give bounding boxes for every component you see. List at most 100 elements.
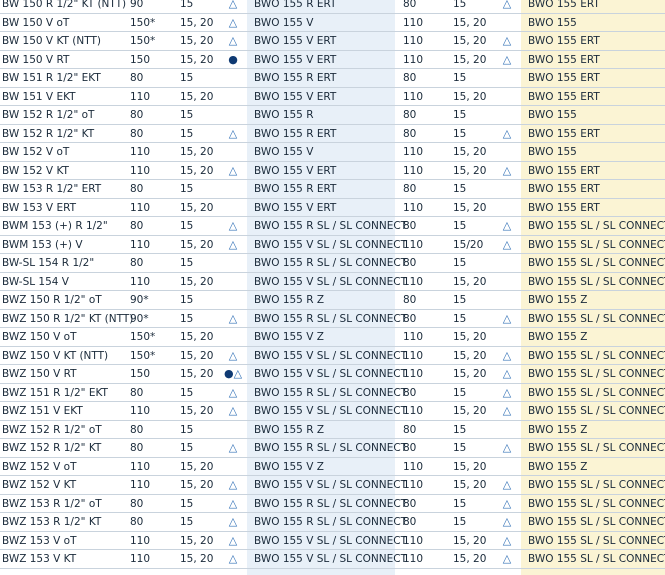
replacement-model-cell: BWO 155 R SL / SL CONNECT: [254, 516, 408, 528]
table-row: BW 153 R 1/2" ERT 80 15 BWO 155 R ERT 80…: [0, 180, 665, 199]
old-model-cell: BW 150 V RT: [2, 53, 70, 66]
old-marker-cell: △: [223, 384, 243, 403]
old-size-cell: 15, 20: [180, 534, 214, 547]
replacement-model-cell: BWO 155 V: [254, 16, 314, 29]
replacement-size-cell: 15, 20: [453, 146, 487, 158]
old-value-cell: 80: [130, 423, 144, 436]
replacement-model-cell: BWO 155 V ERT: [254, 164, 337, 177]
replacement-value-cell: 110: [403, 553, 424, 565]
replacement-marker-cell: △: [497, 236, 517, 255]
replacement-size-cell: 15, 20: [453, 53, 487, 66]
old-size-cell: 15, 20: [180, 275, 214, 288]
triangle-icon: △: [228, 515, 238, 528]
replacement-value-cell: 80: [403, 386, 417, 399]
replacement-model-cell: BWO 155 R SL / SL CONNECT: [254, 442, 408, 454]
replacement-model-2-cell: BWO 155 SL / SL CONNECT: [528, 405, 665, 417]
replacement-model-cell: BWO 155 V Z: [254, 331, 324, 343]
replacement-model-cell: BWO 155 V ERT: [254, 35, 337, 47]
replacement-marker-cell: △: [497, 550, 517, 569]
table-row: BWZ 150 R 1/2" KT (NTT) 90* 15 △ BWO 155…: [0, 310, 665, 328]
replacement-marker-cell: △: [497, 217, 517, 236]
replacement-model-2-cell: BWO 155 ERT: [528, 35, 600, 47]
replacement-model-cell: BWO 155 R ERT: [254, 72, 337, 84]
replacement-marker-cell: △: [497, 439, 517, 458]
triangle-icon: △: [502, 552, 512, 565]
old-value-cell: 80: [130, 127, 144, 140]
replacement-model-cell: BWO 155 R Z: [254, 423, 325, 436]
old-size-cell: 15: [180, 516, 194, 528]
old-size-cell: 15, 20: [180, 331, 214, 343]
replacement-model-2-cell: BWO 155 SL / SL CONNECT: [528, 479, 665, 491]
table-row: BWZ 153 R 1/2" KT 80 15 △ BWO 155 R SL /…: [0, 513, 665, 532]
replacement-value-cell: 80: [403, 294, 417, 306]
replacement-value-cell: 80: [403, 257, 417, 269]
replacement-model-cell: BWO 155 V SL / SL CONNECT: [254, 238, 407, 251]
replacement-value-cell: 80: [403, 127, 417, 140]
old-size-cell: 15, 20: [180, 90, 214, 103]
replacement-value-cell: 110: [403, 164, 424, 177]
replacement-model-cell: BWO 155 V SL / SL CONNECT: [254, 275, 407, 288]
old-value-cell: 110: [130, 479, 151, 491]
triangle-icon: △: [502, 126, 512, 140]
old-size-cell: 15, 20: [180, 16, 214, 29]
triangle-icon: △: [502, 478, 512, 491]
triangle-icon: △: [228, 126, 238, 140]
triangle-icon: △: [233, 367, 243, 380]
old-marker-cell: △: [223, 125, 243, 144]
replacement-size-cell: 15, 20: [453, 534, 487, 547]
old-size-cell: 15: [180, 294, 194, 306]
old-marker-cell: ●△: [223, 365, 243, 384]
old-model-cell: BWZ 153 R 1/2" oT: [2, 497, 102, 510]
replacement-model-2-cell: BWO 155 SL / SL CONNECT: [528, 349, 665, 362]
old-model-cell: BWZ 150 V KT (NTT): [2, 349, 109, 362]
old-model-cell: BW 150 V oT: [2, 16, 70, 29]
replacement-marker-cell: △: [497, 384, 517, 403]
old-value-cell: 80: [130, 516, 144, 528]
replacement-size-cell: 15: [453, 257, 467, 269]
replacement-model-cell: BWO 155 V ERT: [254, 53, 337, 66]
triangle-icon: △: [228, 219, 238, 232]
old-marker-cell: △: [223, 0, 243, 14]
table-row: BW 150 V RT 150 15, 20 ● BWO 155 V ERT 1…: [0, 51, 665, 69]
triangle-icon: △: [502, 219, 512, 232]
replacement-size-cell: 15, 20: [453, 405, 487, 417]
replacement-model-cell: BWO 155 R ERT: [254, 0, 337, 10]
replacement-value-cell: 80: [403, 312, 417, 325]
table-row: BWZ 150 V KT (NTT) 150* 15, 20 △ BWO 155…: [0, 347, 665, 366]
old-model-cell: BW 152 V KT: [2, 164, 69, 177]
old-marker-cell: △: [223, 236, 243, 255]
table-row: BWZ 151 V EKT 110 15, 20 △ BWO 155 V SL …: [0, 402, 665, 421]
replacement-model-2-cell: BWO 155 ERT: [528, 201, 600, 214]
old-model-cell: BW 151 R 1/2" EKT: [2, 72, 101, 84]
replacement-value-cell: 110: [403, 35, 424, 47]
old-model-cell: BW 153 V ERT: [2, 201, 77, 214]
replacement-size-cell: 15: [453, 72, 467, 84]
replacement-value-cell: 110: [403, 90, 424, 103]
old-model-cell: BW 150 V KT (NTT): [2, 35, 101, 47]
replacement-model-cell: BWO 155 R Z: [254, 294, 325, 306]
replacement-model-cell: BWO 155 R SL / SL CONNECT: [254, 220, 408, 232]
replacement-value-cell: 80: [403, 442, 417, 454]
replacement-size-cell: 15: [453, 183, 467, 195]
replacement-model-2-cell: BWO 155 SL / SL CONNECT: [528, 238, 665, 251]
replacement-value-cell: 110: [403, 460, 424, 473]
table-row: BW-SL 154 R 1/2" 80 15 BWO 155 R SL / SL…: [0, 254, 665, 273]
old-value-cell: 80: [130, 109, 144, 121]
replacement-marker-cell: △: [497, 347, 517, 366]
replacement-value-cell: 110: [403, 146, 424, 158]
replacement-size-cell: 15, 20: [453, 275, 487, 288]
old-model-cell: BWZ 153 V KT: [2, 553, 77, 565]
replacement-model-2-cell: BWO 155 ERT: [528, 183, 600, 195]
replacement-value-cell: 110: [403, 368, 424, 380]
replacement-size-cell: 15, 20: [453, 349, 487, 362]
replacement-marker-cell: △: [497, 402, 517, 421]
old-value-cell: 80: [130, 257, 144, 269]
triangle-icon: △: [502, 515, 512, 528]
old-marker-cell: △: [223, 513, 243, 532]
replacement-size-cell: 15, 20: [453, 479, 487, 491]
old-value-cell: 80: [130, 183, 144, 195]
replacement-size-cell: 15, 20: [453, 331, 487, 343]
old-size-cell: 15: [180, 183, 194, 195]
old-size-cell: 15, 20: [180, 460, 214, 473]
triangle-icon: △: [228, 441, 238, 454]
